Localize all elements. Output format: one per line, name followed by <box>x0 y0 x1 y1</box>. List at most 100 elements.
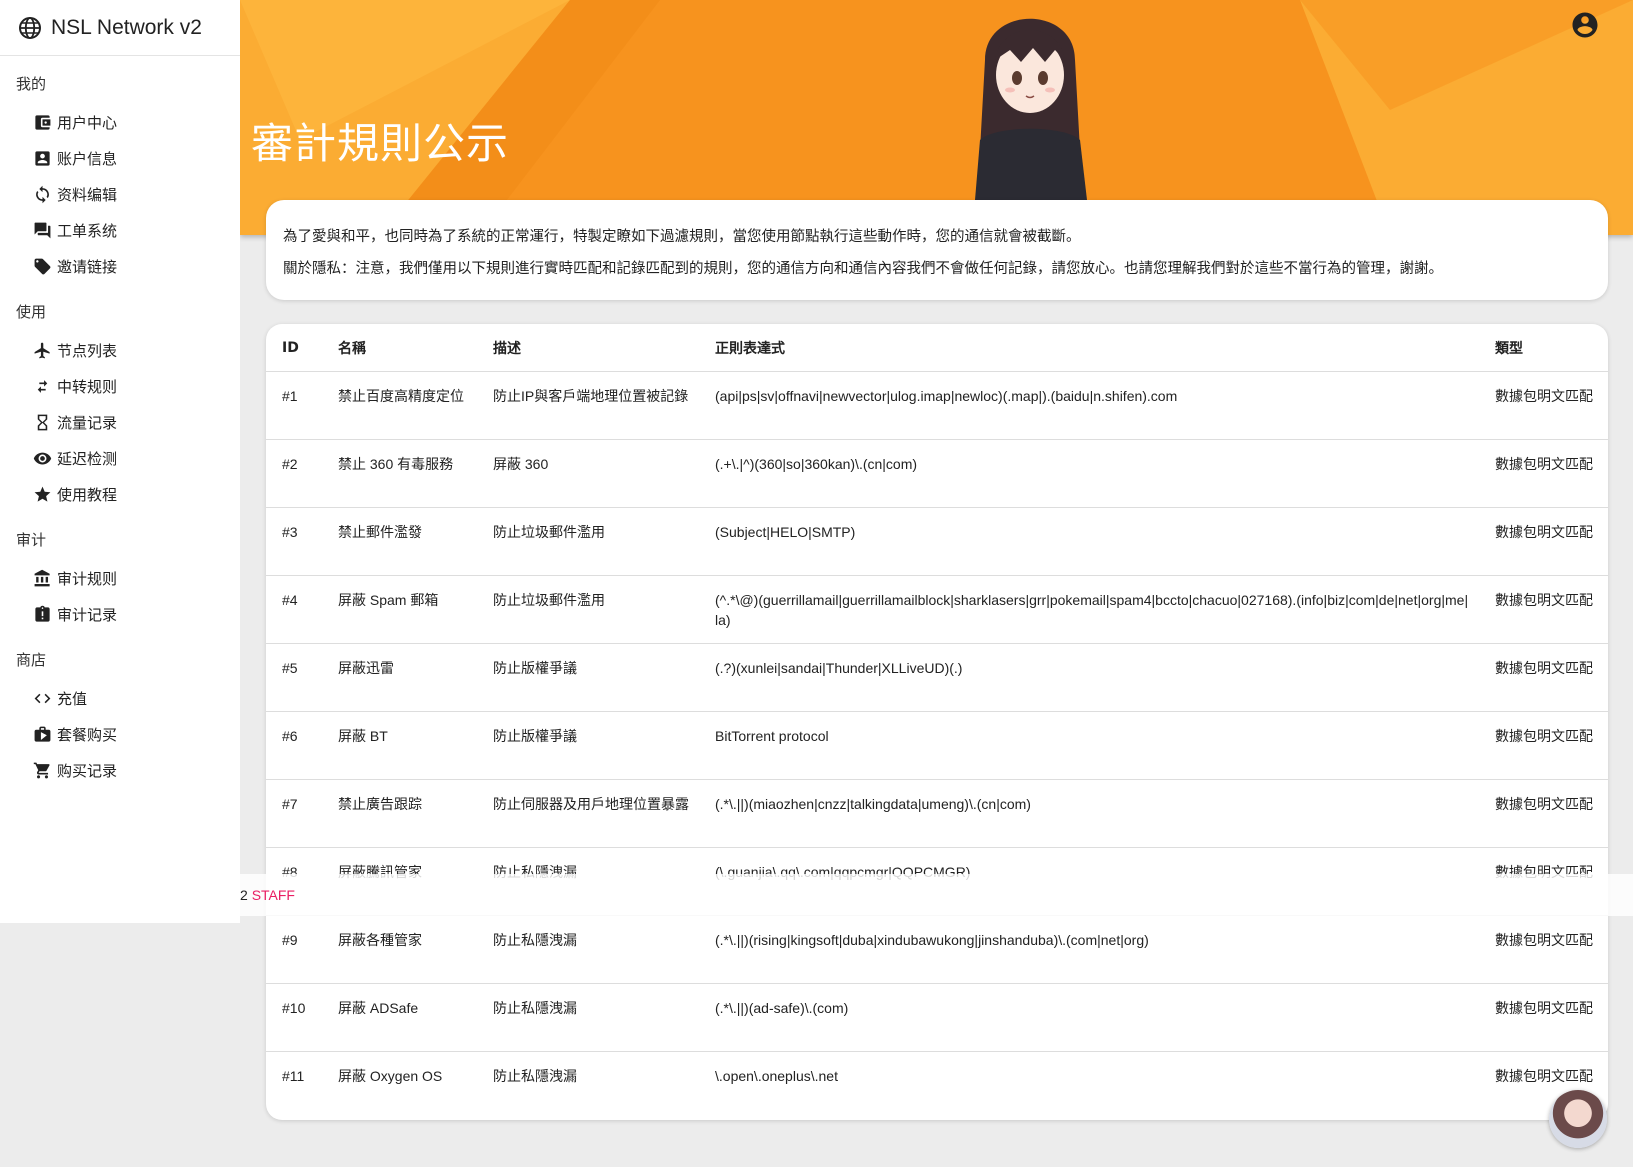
sidebar: NSL Network v2 我的 用户中心 账户信息 资料编辑 工单系统 邀请… <box>0 0 240 923</box>
section-title: 商店 <box>16 651 47 669</box>
shopping-bag-icon <box>34 726 51 742</box>
section-title: 使用 <box>16 303 47 321</box>
cell-type: 數據包明文匹配 <box>1479 983 1608 1052</box>
cell-type: 數據包明文匹配 <box>1479 371 1608 440</box>
table-row: #11 屏蔽 Oxygen OS 防止私隱洩漏 \.open\.oneplus\… <box>266 1052 1608 1120</box>
cell-regex: (^.*\@)(guerrillamail|guerrillamailblock… <box>699 575 1479 644</box>
sidebar-item-recharge[interactable]: 充值 <box>0 680 240 716</box>
staff-indicator[interactable]: 2 STAFF <box>240 887 295 903</box>
sidebar-item-audit-rules[interactable]: 审计规则 <box>0 560 240 596</box>
cell-type: 數據包明文匹配 <box>1479 643 1608 712</box>
table-row: #7 禁止廣告跟踪 防止伺服器及用戶地理位置暴露 (.*\.||)(miaozh… <box>266 779 1608 848</box>
table-row: #9 屏蔽各種管家 防止私隱洩漏 (.*\.||)(rising|kingsof… <box>266 915 1608 984</box>
bank-icon <box>34 569 50 586</box>
cell-type: 數據包明文匹配 <box>1479 915 1608 984</box>
notice-line-1: 為了愛與和平，也同時為了系統的正常運行，特製定瞭如下過濾規則，當您使用節點執行這… <box>283 229 1081 245</box>
table-row: #5 屏蔽迅雷 防止版權爭議 (.?)(xunlei|sandai|Thunde… <box>266 643 1608 712</box>
cell-id: #10 <box>266 983 322 1052</box>
cell-name: 禁止百度高精度定位 <box>322 371 477 440</box>
hourglass-icon <box>37 414 48 430</box>
cell-desc: 防止伺服器及用戶地理位置暴露 <box>477 779 699 848</box>
page-title: 審計規則公示 <box>251 119 510 168</box>
brand[interactable]: NSL Network v2 <box>0 0 240 56</box>
sidebar-item-traffic-log[interactable]: 流量记录 <box>0 404 240 440</box>
star-icon <box>34 486 51 502</box>
cell-type: 數據包明文匹配 <box>1479 711 1608 780</box>
tag-icon <box>34 258 51 274</box>
notice-card: 為了愛與和平，也同時為了系統的正常運行，特製定瞭如下過濾規則，當您使用節點執行這… <box>266 200 1608 300</box>
cell-desc: 防止IP與客戶端地理位置被記錄 <box>477 371 699 440</box>
cell-id: #4 <box>266 575 322 644</box>
sidebar-item-label: 充值 <box>57 689 88 708</box>
cell-name: 禁止廣告跟踪 <box>322 779 477 848</box>
sidebar-item-purchase-log[interactable]: 购买记录 <box>0 752 240 788</box>
table-row: #3 禁止郵件濫發 防止垃圾郵件濫用 (Subject|HELO|SMTP) 數… <box>266 507 1608 576</box>
sidebar-section-shop: 商店 充值 套餐购买 购买记录 <box>0 640 240 788</box>
cell-name: 屏蔽各種管家 <box>322 915 477 984</box>
cell-id: #9 <box>266 915 322 984</box>
sidebar-item-tutorial[interactable]: 使用教程 <box>0 476 240 512</box>
cell-desc: 防止私隱洩漏 <box>477 983 699 1052</box>
cell-name: 屏蔽 ADSafe <box>322 983 477 1052</box>
sidebar-item-audit-log[interactable]: 审计记录 <box>0 596 240 632</box>
code-icon <box>34 693 51 703</box>
sidebar-item-label: 资料编辑 <box>57 185 118 204</box>
cell-regex: BitTorrent protocol <box>699 711 1479 780</box>
cell-desc: 防止版權爭議 <box>477 711 699 780</box>
cell-id: #1 <box>266 371 322 440</box>
wallet-icon <box>35 114 51 130</box>
sync-icon <box>36 185 49 203</box>
rules-table: ID 名稱 描述 正則表達式 類型 #1 禁止百度高精度定位 防止IP與客戶端地… <box>266 324 1608 1120</box>
sidebar-section-audit: 审计 审计规则 审计记录 <box>0 520 240 632</box>
section-title: 审计 <box>16 531 47 549</box>
sidebar-item-user-center[interactable]: 用户中心 <box>0 104 240 140</box>
alert-clipboard-icon <box>35 605 50 622</box>
cell-desc: 防止垃圾郵件濫用 <box>477 575 699 644</box>
cell-type: 數據包明文匹配 <box>1479 575 1608 644</box>
sidebar-item-node-list[interactable]: 节点列表 <box>0 332 240 368</box>
sidebar-item-plans[interactable]: 套餐购买 <box>0 716 240 752</box>
eye-icon <box>33 452 52 464</box>
sidebar-item-label: 使用教程 <box>57 485 118 504</box>
cell-type: 數據包明文匹配 <box>1479 439 1608 508</box>
cell-desc: 防止垃圾郵件濫用 <box>477 507 699 576</box>
column-header-regex: 正則表達式 <box>699 324 1479 372</box>
column-header-type: 類型 <box>1479 324 1608 372</box>
app-title: NSL Network v2 <box>51 15 202 39</box>
cell-regex: (.*\.||)(rising|kingsoft|duba|xindubawuk… <box>699 915 1479 984</box>
staff-bar: 2 STAFF <box>240 874 1633 916</box>
sidebar-item-label: 账户信息 <box>57 149 118 168</box>
cell-regex: (.?)(xunlei|sandai|Thunder|XLLiveUD)(.) <box>699 643 1479 712</box>
forum-icon <box>34 222 51 238</box>
sidebar-item-profile-edit[interactable]: 资料编辑 <box>0 176 240 212</box>
cell-regex: (.*\.||)(miaozhen|cnzz|talkingdata|umeng… <box>699 779 1479 848</box>
sidebar-item-label: 中转规则 <box>57 377 118 396</box>
support-chat-avatar[interactable] <box>1549 1090 1607 1148</box>
sidebar-item-relay-rules[interactable]: 中转规则 <box>0 368 240 404</box>
account-box-icon <box>35 150 50 166</box>
sidebar-item-account-info[interactable]: 账户信息 <box>0 140 240 176</box>
cell-regex: (Subject|HELO|SMTP) <box>699 507 1479 576</box>
sidebar-item-label: 购买记录 <box>57 761 118 780</box>
cell-name: 屏蔽迅雷 <box>322 643 477 712</box>
sidebar-item-invite[interactable]: 邀请链接 <box>0 248 240 284</box>
sidebar-item-label: 工单系统 <box>57 221 118 240</box>
cell-id: #2 <box>266 439 322 508</box>
account-circle-icon[interactable] <box>1570 10 1600 40</box>
cell-id: #7 <box>266 779 322 848</box>
cell-name: 禁止 360 有毒服務 <box>322 439 477 508</box>
cell-regex: \.open\.oneplus\.net <box>715 1068 838 1084</box>
column-header-name: 名稱 <box>322 324 477 372</box>
sidebar-item-tickets[interactable]: 工单系统 <box>0 212 240 248</box>
staff-count: 2 <box>240 887 248 903</box>
cell-id: #6 <box>266 711 322 780</box>
cell-desc: 防止私隱洩漏 <box>477 915 699 984</box>
sidebar-item-label: 审计规则 <box>57 569 118 588</box>
column-header-desc: 描述 <box>477 324 699 372</box>
cell-name: 禁止郵件濫發 <box>322 507 477 576</box>
notice-line-2: 關於隱私：注意，我們僅用以下規則進行實時匹配和記錄匹配到的規則，您的通信方向和通… <box>283 261 1443 277</box>
sidebar-item-latency-test[interactable]: 延迟检测 <box>0 440 240 476</box>
cell-regex: (.+\.|^)(360|so|360kan)\.(cn|com) <box>699 439 1479 508</box>
table-row: #2 禁止 360 有毒服務 屏蔽 360 (.+\.|^)(360|so|36… <box>266 439 1608 508</box>
cell-type: 數據包明文匹配 <box>1479 779 1608 848</box>
